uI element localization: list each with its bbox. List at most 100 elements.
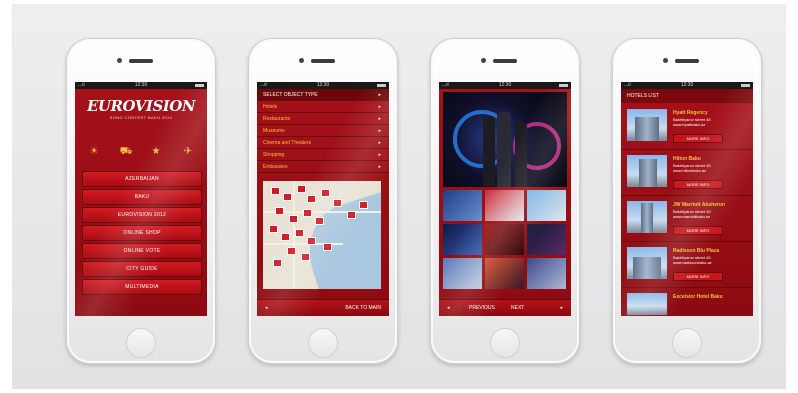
eurovision-logo: EUROVISION SONG CONTEST BAKU 2012 bbox=[87, 97, 196, 135]
gallery-thumbnail[interactable] bbox=[485, 224, 524, 255]
previous-button[interactable]: PREVIOUS bbox=[469, 300, 495, 316]
camera-icon bbox=[481, 58, 486, 63]
more-info-button[interactable]: MORE INFO bbox=[673, 272, 723, 281]
bottom-nav-bar: ◂ BACK TO MAIN bbox=[257, 299, 389, 316]
hotel-photo bbox=[627, 293, 667, 315]
screen: ...ıl ⁀ 12:30 ◂ PREVIOUS NEXT ▸ bbox=[439, 82, 571, 316]
hotel-photo bbox=[627, 109, 667, 141]
map-pin-icon[interactable] bbox=[281, 233, 290, 241]
plane-icon[interactable]: ✈ bbox=[179, 145, 197, 159]
map-pin-icon[interactable] bbox=[287, 247, 296, 255]
map-pin-icon[interactable] bbox=[301, 253, 310, 261]
next-arrow-icon[interactable]: ▸ bbox=[560, 300, 563, 316]
list-item-shopping[interactable]: Shopping ▸ bbox=[257, 150, 389, 161]
list-item-embassies[interactable]: Embassies ▸ bbox=[257, 162, 389, 173]
menu-button-baku[interactable]: BAKU bbox=[82, 189, 202, 205]
hotel-list-item[interactable]: JW Marriott Absheron Bakhtiyarov street … bbox=[621, 196, 753, 242]
gallery-thumbnail[interactable] bbox=[443, 224, 482, 255]
chevron-right-icon: ▸ bbox=[378, 140, 381, 146]
city-map[interactable] bbox=[263, 181, 381, 289]
hotel-name: Hyatt Regency bbox=[673, 110, 708, 116]
map-pin-icon[interactable] bbox=[307, 237, 316, 245]
hotel-list-item[interactable]: Hyatt Regency Bakhtiyarov street 45 www.h… bbox=[621, 104, 753, 150]
speaker-grille bbox=[675, 59, 699, 63]
back-arrow-icon[interactable]: ◂ bbox=[265, 300, 268, 316]
menu-button-online-shop[interactable]: ONLINE SHOP bbox=[82, 225, 202, 241]
list-item-cinema-theaters[interactable]: Cinema and Theaters ▸ bbox=[257, 138, 389, 149]
previous-arrow-icon[interactable]: ◂ bbox=[447, 300, 450, 316]
chevron-right-icon: ▸ bbox=[378, 128, 381, 134]
logo-wordmark: EUROVISION bbox=[87, 97, 196, 115]
hotel-name: Excelsior Hotel Baku bbox=[673, 294, 723, 300]
status-time: 12:30 bbox=[316, 82, 330, 88]
chevron-right-icon: ▸ bbox=[378, 164, 381, 170]
list-item-restaurants[interactable]: Restaurants ▸ bbox=[257, 114, 389, 125]
hotel-list-item[interactable]: Excelsior Hotel Baku bbox=[621, 288, 753, 316]
more-info-button[interactable]: MORE INFO bbox=[673, 180, 723, 189]
more-info-button[interactable]: MORE INFO bbox=[673, 226, 723, 235]
home-button[interactable] bbox=[308, 328, 338, 358]
status-bar: ...ıl ⁀ 12:30 bbox=[621, 82, 753, 89]
menu-button-multimedia[interactable]: MULTIMEDIA bbox=[82, 279, 202, 295]
map-pin-icon[interactable] bbox=[347, 211, 356, 219]
map-pin-icon[interactable] bbox=[275, 207, 284, 215]
list-item-museums[interactable]: Museums ▸ bbox=[257, 126, 389, 137]
object-type-header[interactable]: SELECT OBJECT TYPE ▸ bbox=[257, 89, 389, 101]
map-pin-icon[interactable] bbox=[271, 187, 280, 195]
map-pin-icon[interactable] bbox=[269, 225, 278, 233]
map-pin-icon[interactable] bbox=[297, 185, 306, 193]
hotel-url: www.hiltonbaku.az bbox=[673, 168, 707, 173]
gallery-thumbnail[interactable] bbox=[443, 258, 482, 289]
more-info-button[interactable]: MORE INFO bbox=[673, 134, 723, 143]
camera-icon bbox=[299, 58, 304, 63]
featured-photo[interactable] bbox=[443, 92, 567, 187]
map-pin-icon[interactable] bbox=[303, 209, 312, 217]
speaker-grille bbox=[129, 59, 153, 63]
status-bar: ...ıl ⁀ 12:30 bbox=[257, 82, 389, 89]
gallery-thumbnail[interactable] bbox=[443, 190, 482, 221]
home-button[interactable] bbox=[672, 328, 702, 358]
map-pin-icon[interactable] bbox=[321, 189, 330, 197]
menu-button-online-vote[interactable]: ONLINE VOTE bbox=[82, 243, 202, 259]
gallery-thumbnail[interactable] bbox=[485, 258, 524, 289]
gallery-thumbnail[interactable] bbox=[527, 258, 566, 289]
hotel-list-item[interactable]: Hilton Baku Bakhtiyarov street 45 www.hil… bbox=[621, 150, 753, 196]
map-pin-icon[interactable] bbox=[359, 201, 368, 209]
speaker-grille bbox=[311, 59, 335, 63]
menu-button-eurovision-2012[interactable]: EUROVISION 2012 bbox=[82, 207, 202, 223]
menu-button-city-guide[interactable]: CITY GUIDE bbox=[82, 261, 202, 277]
star-icon[interactable]: ★ bbox=[147, 145, 165, 159]
home-button[interactable] bbox=[126, 328, 156, 358]
back-to-main-button[interactable]: BACK TO MAIN bbox=[345, 300, 381, 316]
bottom-nav-bar: ◂ PREVIOUS NEXT ▸ bbox=[439, 299, 571, 316]
list-item-hotels[interactable]: Hotels ▸ bbox=[257, 102, 389, 113]
status-bar: ...ıl ⁀ 12:30 bbox=[439, 82, 571, 89]
hotel-name: Hilton Baku bbox=[673, 156, 701, 162]
hotel-list-item[interactable]: Radisson Blu Plaza Bakhtiyarov street 45… bbox=[621, 242, 753, 288]
car-icon[interactable]: ⛟ bbox=[117, 145, 135, 159]
status-bar: ...ıl ⁀ 12:30 bbox=[75, 82, 207, 89]
gallery-thumbnail[interactable] bbox=[527, 190, 566, 221]
main-menu-screen: EUROVISION SONG CONTEST BAKU 2012 ☀ ⛟ ★ … bbox=[75, 89, 207, 316]
next-button[interactable]: NEXT bbox=[511, 300, 524, 316]
menu-button-azerbaijan[interactable]: AZERBAIJAN bbox=[82, 171, 202, 187]
map-pin-icon[interactable] bbox=[315, 217, 324, 225]
map-pin-icon[interactable] bbox=[283, 193, 292, 201]
map-pin-icon[interactable] bbox=[295, 229, 304, 237]
battery-icon bbox=[559, 84, 568, 87]
gallery-thumbnail[interactable] bbox=[485, 190, 524, 221]
status-time: 12:30 bbox=[134, 82, 148, 88]
gallery-thumbnail[interactable] bbox=[527, 224, 566, 255]
sun-icon[interactable]: ☀ bbox=[85, 145, 103, 159]
screen: ...ıl ⁀ 12:30 SELECT OBJECT TYPE ▸ Hotel… bbox=[257, 82, 389, 316]
screen: ...ıl ⁀ 12:30 EUROVISION SONG CONTEST BA… bbox=[75, 82, 207, 316]
map-pin-icon[interactable] bbox=[333, 199, 342, 207]
map-pin-icon[interactable] bbox=[289, 215, 298, 223]
chevron-right-icon: ▸ bbox=[378, 92, 381, 98]
map-pin-icon[interactable] bbox=[273, 259, 282, 267]
home-button[interactable] bbox=[490, 328, 520, 358]
thumbnail-grid bbox=[443, 190, 567, 290]
map-pin-icon[interactable] bbox=[323, 243, 332, 251]
map-pin-icon[interactable] bbox=[307, 195, 316, 203]
hotel-building bbox=[635, 117, 659, 141]
